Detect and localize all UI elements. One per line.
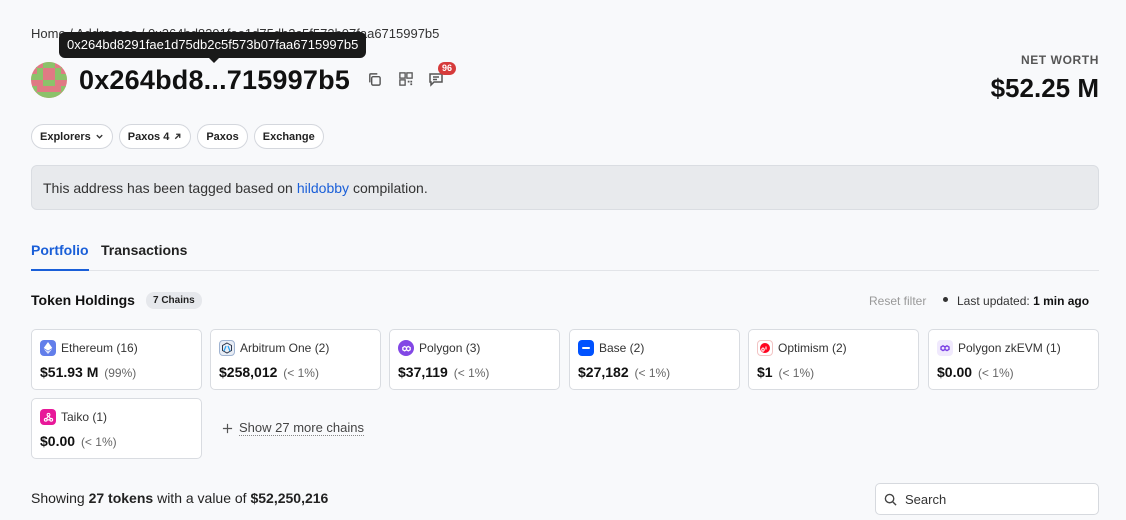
search-icon [884,493,897,506]
notice-link-hildobby[interactable]: hildobby [297,180,349,196]
show-more-label: Show 27 more chains [239,420,365,436]
summary-count: 27 tokens [88,490,154,506]
show-more-chains-button[interactable]: Show 27 more chains [222,420,365,436]
last-updated: Last updated: 1 min ago [957,294,1089,308]
summary-middle: with a value of [157,490,247,506]
tag-notice: This address has been tagged based on hi… [31,165,1099,210]
summary-value: $52,250,216 [250,490,329,506]
tag-list: Explorers Paxos 4 Paxos Exchange [31,124,324,149]
chain-percent: (< 1%) [778,366,815,380]
tab-transactions[interactable]: Transactions [101,242,187,258]
summary-prefix: Showing [31,490,85,506]
chain-name: Ethereum (16) [61,341,138,355]
chain-value: $27,182 [578,364,629,380]
chain-card-ethereum[interactable]: Ethereum (16) $51.93 M (99%) [31,329,202,390]
chain-name: Polygon (3) [419,341,481,355]
tag-exchange[interactable]: Exchange [253,124,324,149]
polygon-icon [398,340,414,356]
arbitrum-icon [219,340,235,356]
chain-name: Arbitrum One (2) [240,341,330,355]
last-updated-label: Last updated: [957,294,1030,308]
chain-card-taiko[interactable]: Taiko (1) $0.00 (< 1%) [31,398,202,459]
ethereum-icon [40,340,56,356]
chain-card-polygon[interactable]: Polygon (3) $37,119 (< 1%) [389,329,560,390]
avatar [31,62,67,98]
chain-percent: (< 1%) [634,366,671,380]
token-search[interactable] [875,483,1099,515]
tag-paxos[interactable]: Paxos [197,124,248,149]
qr-code-icon[interactable] [397,70,415,88]
chain-card-arbitrum[interactable]: Arbitrum One (2) $258,012 (< 1%) [210,329,381,390]
chain-name: Taiko (1) [61,410,108,424]
base-icon [578,340,594,356]
chain-card-base[interactable]: Base (2) $27,182 (< 1%) [569,329,740,390]
tag-paxos-4[interactable]: Paxos 4 [118,124,192,149]
chain-card-polygon-zkevm[interactable]: Polygon zkEVM (1) $0.00 (< 1%) [928,329,1099,390]
notice-text-after: compilation. [353,179,428,196]
last-updated-value: 1 min ago [1033,294,1090,308]
token-holdings-title: Token Holdings [31,292,135,308]
chain-percent: (< 1%) [80,435,117,449]
chain-card-optimism[interactable]: Optimism (2) $1 (< 1%) [748,329,919,390]
address-title: 0x264bd8...715997b5 [79,65,350,95]
net-worth-label: NET WORTH [1020,53,1099,67]
chains-count-badge: 7 Chains [146,292,202,309]
chain-value: $37,119 [398,364,448,380]
reset-filter-button[interactable]: Reset filter [869,294,926,308]
plus-icon [222,423,233,433]
chain-percent: (< 1%) [977,366,1014,380]
tag-label: Paxos [206,130,239,143]
notice-text-before: This address has been tagged based on [43,179,293,196]
chain-value: $51.93 M [40,364,99,380]
tab-portfolio[interactable]: Portfolio [31,242,89,271]
address-tooltip: 0x264bd8291fae1d75db2c5f573b07faa6715997… [59,32,367,63]
polygon-zkevm-icon [937,340,953,356]
optimism-icon [757,340,773,356]
chain-name: Optimism (2) [778,341,847,355]
chain-value: $258,012 [219,364,278,380]
taiko-icon [40,409,56,425]
tag-label: Paxos 4 [127,130,170,143]
chain-percent: (99%) [104,366,137,380]
separator-dot [943,297,948,302]
tag-explorers[interactable]: Explorers [31,124,113,149]
chevron-down-icon [96,134,103,139]
chain-name: Polygon zkEVM (1) [958,341,1061,355]
net-worth-value: $52.25 M [990,73,1099,103]
copy-icon[interactable] [365,70,383,88]
chain-percent: (< 1%) [283,366,319,380]
tag-label: Exchange [262,130,315,143]
comments-count-badge: 96 [438,62,457,75]
chain-value: $0.00 [937,364,973,380]
chain-name: Base (2) [599,341,645,355]
search-input[interactable] [905,491,1085,507]
chain-percent: (< 1%) [453,366,490,380]
external-arrow-icon [175,133,181,140]
chain-value: $1 [757,364,773,380]
chain-value: $0.00 [40,433,76,449]
tag-label: Explorers [40,130,91,143]
tokens-summary: Showing 27 tokens with a value of $52,25… [31,490,328,506]
tab-bar: Portfolio Transactions [31,240,1099,271]
